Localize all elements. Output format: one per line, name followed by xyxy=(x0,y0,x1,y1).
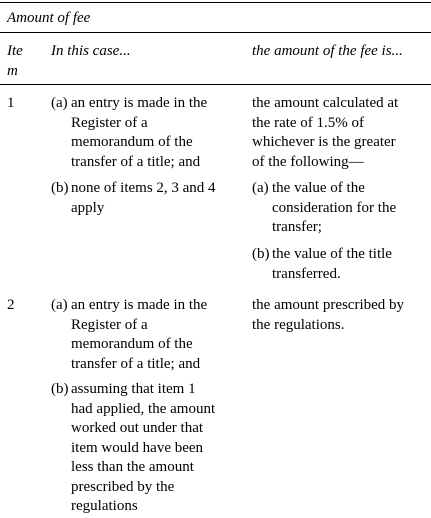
header-rule xyxy=(0,84,431,85)
text-line: item would have been xyxy=(71,439,204,456)
row-1-amount-b: (b) the value of the title transferred. xyxy=(252,245,430,285)
text-line: memorandum of the xyxy=(71,336,193,352)
row-1-case-a-text: an entry is made in the Register of a me… xyxy=(71,94,207,172)
text-line: apply xyxy=(71,199,105,216)
row-1-amount-a-label: (a) xyxy=(252,180,269,196)
text-line: the amount calculated at xyxy=(252,95,399,111)
table-title: Amount of fee xyxy=(7,10,91,26)
title-rule xyxy=(0,32,431,33)
header-amount: the amount of the fee is... xyxy=(252,43,403,59)
row-2-case-a: (a) an entry is made in the Register of … xyxy=(51,296,246,374)
header-item-line: Ite xyxy=(7,43,23,59)
row-1-case-a: (a) an entry is made in the Register of … xyxy=(51,94,246,172)
row-1-case-a-label: (a) xyxy=(51,95,68,111)
text-line: Register of a xyxy=(71,316,148,333)
header-case: In this case... xyxy=(51,43,131,59)
row-1-amount-intro: the amount calculated at the rate of 1.5… xyxy=(252,94,430,172)
text-line: the value of the xyxy=(272,180,365,196)
text-line: transfer; xyxy=(272,219,322,235)
text-line: had applied, the amount xyxy=(71,400,216,417)
text-line: transfer of a title; and xyxy=(71,153,201,170)
row-2-case-a-label: (a) xyxy=(51,297,68,313)
row-1-amount-b-label: (b) xyxy=(252,246,270,262)
text-line: regulations xyxy=(71,498,138,514)
text-line: whichever is the greater xyxy=(252,134,396,150)
text-line: prescribed by the xyxy=(71,478,175,495)
text-line: consideration for the xyxy=(272,199,397,216)
row-2-case-b-label: (b) xyxy=(51,381,69,397)
text-line: transfer of a title; and xyxy=(71,355,201,372)
text-line: Register of a xyxy=(71,114,148,131)
row-1-case-b-text: none of items 2, 3 and 4 apply xyxy=(71,179,216,218)
row-1-item: 1 xyxy=(7,95,15,111)
header-item: Ite m xyxy=(7,42,23,81)
row-2-case-b: (b) assuming that item 1 had applied, th… xyxy=(51,380,246,517)
text-line: of the following— xyxy=(252,153,364,170)
row-1-case-b: (b) none of items 2, 3 and 4 apply xyxy=(51,179,246,219)
row-2-case-b-text: assuming that item 1 had applied, the am… xyxy=(71,380,215,517)
row-2-item: 2 xyxy=(7,297,15,313)
row-1-amount-a: (a) the value of the consideration for t… xyxy=(252,179,430,239)
text-line: an entry is made in the xyxy=(71,297,208,313)
text-line: an entry is made in the xyxy=(71,95,208,111)
text-line: the amount prescribed by xyxy=(252,297,405,313)
header-item-line: m xyxy=(7,62,18,79)
text-line: the rate of 1.5% of xyxy=(252,114,365,131)
text-line: the value of the title xyxy=(272,246,392,262)
row-1-amount-a-text: the value of the consideration for the t… xyxy=(272,179,396,238)
text-line: worked out under that xyxy=(71,420,204,436)
text-line: memorandum of the xyxy=(71,134,193,150)
text-line: the regulations. xyxy=(252,316,345,333)
fee-table: Amount of fee Ite m In this case... the … xyxy=(0,0,431,518)
text-line: transferred. xyxy=(272,265,341,282)
table-title-row: Amount of fee xyxy=(0,3,431,31)
row-1-case-b-label: (b) xyxy=(51,180,69,196)
row-2-case-a-text: an entry is made in the Register of a me… xyxy=(71,296,207,374)
text-line: assuming that item 1 xyxy=(71,381,196,397)
row-2-amount-intro: the amount prescribed by the regulations… xyxy=(252,296,430,335)
text-line: less than the amount xyxy=(71,459,194,475)
row-1-amount-b-text: the value of the title transferred. xyxy=(272,245,392,284)
text-line: none of items 2, 3 and 4 xyxy=(71,180,216,196)
